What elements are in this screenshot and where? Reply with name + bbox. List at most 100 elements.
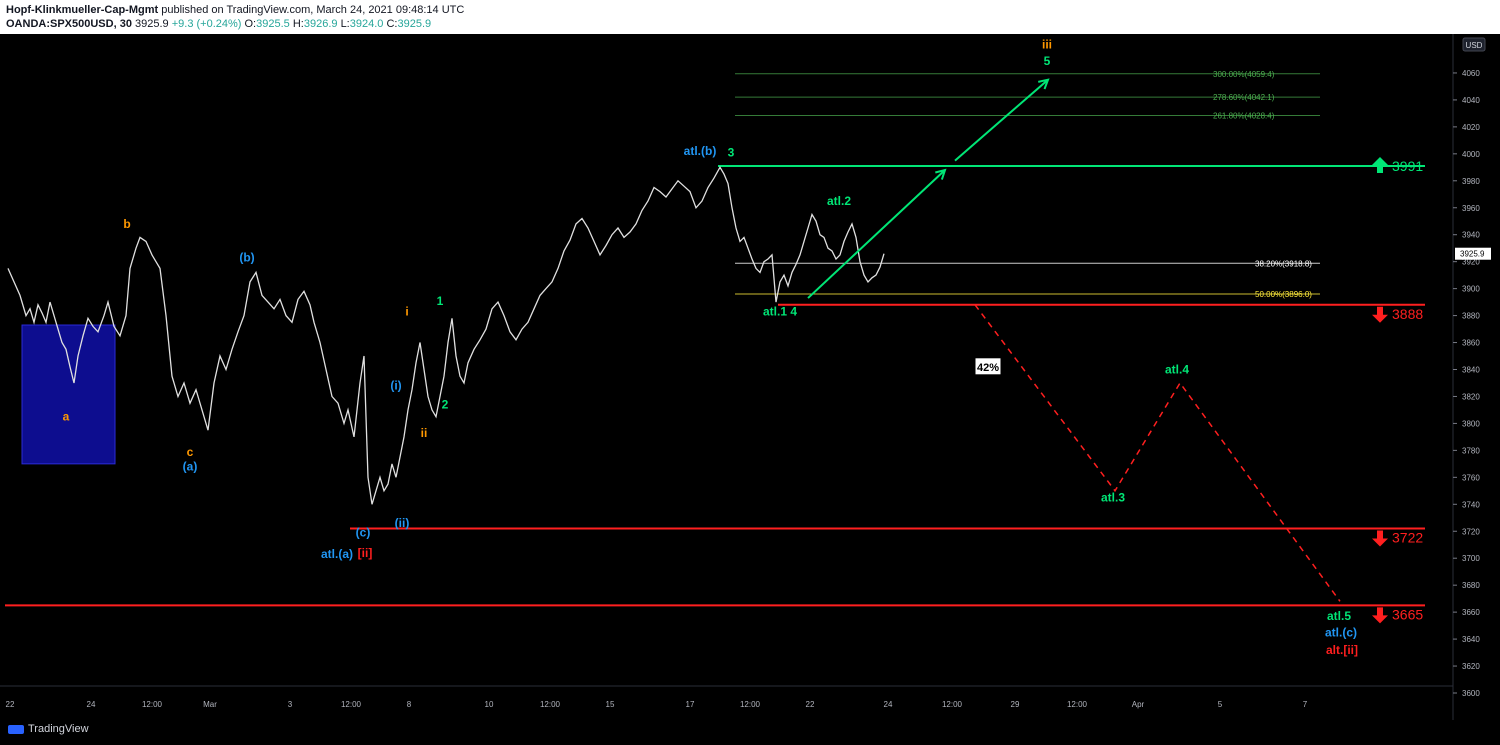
wave-label: [ii] [358, 546, 373, 560]
projection-arrow [807, 169, 946, 299]
y-tick-label: 3660 [1462, 608, 1480, 617]
tradingview-logo[interactable]: TradingView [8, 723, 89, 735]
y-tick-label: 3840 [1462, 366, 1480, 375]
wave-label: a [63, 410, 70, 424]
x-tick-label: 15 [606, 700, 615, 709]
ohlc-line: OANDA:SPX500USD, 30 3925.9 +9.3 (+0.24%)… [6, 18, 431, 30]
wave-label: atl.5 [1327, 609, 1351, 623]
wave-label: atl.3 [1101, 491, 1125, 505]
wave-label: atl.(a) [321, 547, 353, 561]
y-tick-label: 3880 [1462, 312, 1480, 321]
symbol-label[interactable]: OANDA:SPX500USD, 30 [6, 18, 132, 30]
y-tick-label: 3760 [1462, 473, 1480, 482]
x-tick-label: 12:00 [1067, 700, 1088, 709]
fib-label: 278.60%(4042.1) [1213, 93, 1275, 102]
highlight-box [21, 324, 116, 465]
y-tick-label: 3720 [1462, 527, 1480, 536]
x-tick-label: 12:00 [142, 700, 163, 709]
y-tick-label: 4060 [1462, 69, 1480, 78]
level-label-3665: 3665 [1392, 606, 1423, 622]
x-tick-label: 8 [407, 700, 412, 709]
open-value: 3925.5 [256, 18, 290, 30]
y-tick-label: 3740 [1462, 500, 1480, 509]
high-value: 3926.9 [303, 18, 338, 30]
wave-label: (b) [239, 251, 254, 265]
price-change: +9.3 (+0.24%) [171, 18, 242, 30]
tradingview-brand: TradingView [28, 723, 89, 735]
down-arrow-icon [1372, 530, 1388, 547]
publish-line: Hopf-Klinkmueller-Cap-Mgmt published on … [6, 4, 464, 16]
wave-label: c [187, 445, 194, 459]
y-tick-label: 3860 [1462, 339, 1480, 348]
y-tick-label: 3820 [1462, 392, 1480, 401]
x-tick-label: 17 [686, 700, 695, 709]
fib-label: 261.80%(4028.4) [1213, 112, 1275, 121]
wave-label: 2 [442, 398, 449, 412]
down-arrow-icon [1372, 607, 1388, 624]
currency-label: USD [1466, 41, 1483, 50]
y-tick-label: 3600 [1462, 689, 1480, 698]
tradingview-logo-icon [8, 724, 24, 734]
y-tick-label: 3980 [1462, 177, 1480, 186]
fib-label: 38.20%(3918.8) [1255, 259, 1312, 268]
wave-label: (a) [183, 460, 198, 474]
x-tick-label: 22 [806, 700, 815, 709]
close-value: 3925.9 [397, 18, 432, 30]
x-tick-label: 3 [288, 700, 293, 709]
wave-label: atl.(c) [1325, 625, 1357, 639]
close-label: C: [386, 18, 398, 30]
y-tick-label: 3800 [1462, 419, 1480, 428]
projection-arrow [954, 78, 1049, 162]
x-tick-label: 7 [1303, 700, 1308, 709]
y-tick-label: 4020 [1462, 123, 1480, 132]
y-tick-label: 3620 [1462, 662, 1480, 671]
low-label: L: [340, 18, 350, 30]
fib-label: 50.00%(3896.0) [1255, 290, 1312, 299]
open-label: O: [244, 18, 257, 30]
x-tick-label: 12:00 [540, 700, 561, 709]
projection-path [974, 304, 1341, 602]
publish-info: published on TradingView.com, March 24, … [161, 4, 465, 16]
y-tick-label: 3700 [1462, 554, 1480, 563]
x-tick-label: 24 [87, 700, 96, 709]
wave-label: (i) [390, 379, 401, 393]
chart-header: Hopf-Klinkmueller-Cap-Mgmt published on … [0, 0, 1500, 34]
x-tick-label: 29 [1011, 700, 1020, 709]
low-value: 3924.0 [349, 18, 384, 30]
y-tick-label: 4000 [1462, 150, 1480, 159]
x-tick-label: 12:00 [341, 700, 362, 709]
x-tick-label: Mar [203, 700, 217, 709]
y-tick-label: 3640 [1462, 635, 1480, 644]
wave-label: (ii) [395, 516, 410, 530]
y-tick-label: 4040 [1462, 96, 1480, 105]
price-series [7, 165, 885, 505]
wave-label: atl.4 [1165, 363, 1189, 377]
y-tick-label: 3680 [1462, 581, 1480, 590]
y-tick-label: 3900 [1462, 285, 1480, 294]
level-label-3991: 3991 [1392, 158, 1423, 174]
y-tick-label: 3960 [1462, 204, 1480, 213]
wave-label: 3 [728, 146, 735, 160]
wave-label: b [123, 217, 130, 231]
wave-label: i [405, 305, 408, 319]
y-tick-label: 3940 [1462, 231, 1480, 240]
x-tick-label: 10 [485, 700, 494, 709]
last-price: 3925.9 [135, 18, 169, 30]
x-tick-label: 22 [6, 700, 15, 709]
x-tick-label: 12:00 [942, 700, 963, 709]
level-label-3888: 3888 [1392, 306, 1423, 322]
projection-percent: 42% [977, 362, 999, 374]
x-tick-label: 24 [884, 700, 893, 709]
high-label: H: [292, 18, 304, 30]
last-price-label: 3925.9 [1460, 250, 1485, 259]
wave-label: ii [421, 426, 428, 440]
x-tick-label: 5 [1218, 700, 1223, 709]
wave-label: atl.(b) [684, 144, 717, 158]
wave-label: iii [1042, 38, 1052, 52]
wave-label: 1 [437, 294, 444, 308]
publisher-name[interactable]: Hopf-Klinkmueller-Cap-Mgmt [6, 4, 158, 16]
wave-label: alt.[ii] [1326, 643, 1358, 657]
fib-label: 300.00%(4059.4) [1213, 70, 1275, 79]
wave-label: (c) [356, 526, 371, 540]
price-chart[interactable]: 3991 3888 3 7 22 3665 300.00%(4059.4) 278.60%(… [0, 34, 1500, 720]
